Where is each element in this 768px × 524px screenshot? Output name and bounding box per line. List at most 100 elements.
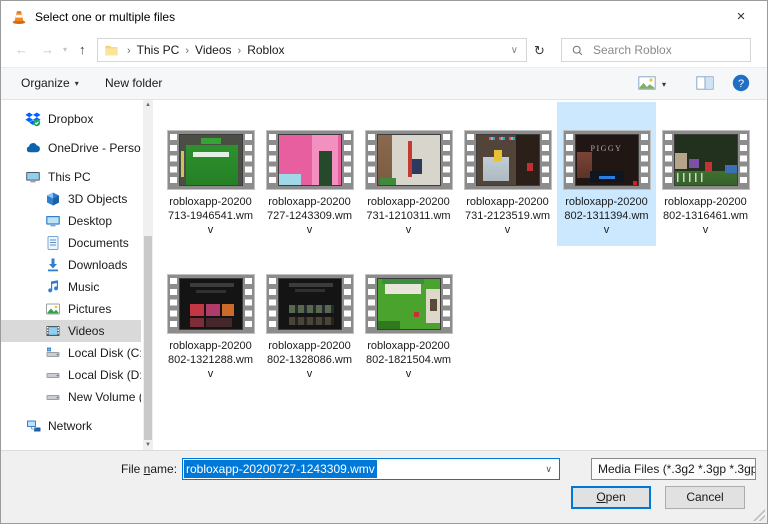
refresh-button[interactable]: ↻	[534, 43, 545, 59]
sidebar-item-documents[interactable]: Documents	[1, 232, 141, 254]
sidebar-item-dropbox[interactable]: Dropbox	[1, 108, 141, 130]
file-item[interactable]: PIGGY robloxapp-20200 802-1311394.wm v	[557, 102, 656, 246]
view-options-icon[interactable]: ▾	[662, 80, 666, 89]
file-name-text: robloxapp-20200 802-1328086.wm v	[266, 340, 352, 380]
network-icon	[25, 418, 41, 434]
file-item[interactable]: robloxapp-20200 731-2123519.wm v	[458, 102, 557, 246]
recent-locations-icon[interactable]: ▾	[63, 45, 67, 54]
folder-icon	[104, 43, 119, 58]
sidebar-item-label: Videos	[68, 324, 105, 338]
forward-button[interactable]: →	[41, 42, 54, 57]
sidebar-item-label: Downloads	[68, 258, 128, 272]
title-bar: Select one or multiple files ×	[1, 1, 767, 33]
file-type-value: Media Files (*.3g2 *.3gp *.3gp2	[598, 462, 756, 476]
sidebar-item-onedrive-person[interactable]: OneDrive - Person	[1, 137, 141, 159]
sidebar-item-new-volume-e[interactable]: New Volume (E:)	[1, 386, 141, 408]
sidebar-item-label: New Volume (E:)	[68, 390, 141, 404]
sidebar-item-desktop[interactable]: Desktop	[1, 210, 141, 232]
music-icon	[45, 279, 61, 295]
address-bar: ← → ▾ ↑ › This PC › Videos › Roblox ∨ ↻	[1, 33, 767, 67]
video-thumbnail	[265, 130, 354, 190]
sidebar-item-music[interactable]: Music	[1, 276, 141, 298]
organize-button[interactable]: Organize ▾	[21, 76, 79, 90]
breadcrumb[interactable]: › This PC › Videos › Roblox ∨	[97, 38, 527, 62]
thumbnail-image	[178, 278, 243, 330]
open-button[interactable]: Open	[571, 486, 651, 509]
disk-system-icon	[45, 345, 61, 361]
sidebar-item-label: Dropbox	[48, 112, 94, 126]
help-button[interactable]: ?	[732, 74, 750, 92]
search-input[interactable]	[591, 42, 750, 58]
downloads-icon	[45, 257, 61, 273]
sidebar-item-3d-objects[interactable]: 3D Objects	[1, 188, 141, 210]
thumbnail-image	[178, 134, 243, 186]
breadcrumb-segments: › This PC › Videos › Roblox	[121, 43, 285, 57]
sidebar-item-network[interactable]: Network	[1, 415, 141, 437]
scrollbar-thumb[interactable]	[144, 236, 152, 440]
documents-icon	[45, 235, 61, 251]
file-item[interactable]: robloxapp-20200 802-1328086.wm v	[260, 246, 359, 390]
thumbnail-image	[475, 134, 540, 186]
cancel-button[interactable]: Cancel	[665, 486, 745, 509]
change-view-button[interactable]	[638, 76, 656, 90]
file-name-text: robloxapp-20200 727-1243309.wm v	[266, 196, 352, 236]
resize-grip[interactable]	[753, 509, 765, 521]
scroll-up-icon[interactable]: ▲	[143, 100, 153, 110]
file-item[interactable]: robloxapp-20200 731-1210311.wm v	[359, 102, 458, 246]
file-name-value: robloxapp-20200727-1243309.wmv	[184, 460, 377, 478]
sidebar-item-label: OneDrive - Person	[48, 141, 141, 155]
file-item[interactable]: robloxapp-20200 802-1321288.wm v	[161, 246, 260, 390]
video-thumbnail	[364, 130, 453, 190]
search-box	[561, 38, 751, 62]
chevron-down-icon: ▾	[74, 79, 79, 88]
thumbnail-image	[376, 278, 441, 330]
dialog-footer: File name: robloxapp-20200727-1243309.wm…	[1, 450, 767, 523]
breadcrumb-separator: ›	[237, 45, 242, 57]
up-button[interactable]: ↑	[79, 42, 86, 57]
file-item[interactable]: robloxapp-20200 802-1316461.wm v	[656, 102, 755, 246]
onedrive-icon	[25, 140, 41, 156]
file-name-text: robloxapp-20200 802-1311394.wm v	[564, 196, 649, 236]
sidebar-item-label: Pictures	[68, 302, 112, 316]
file-name-text: robloxapp-20200 713-1946541.wm v	[167, 196, 253, 236]
sidebar-item-this-pc[interactable]: This PC	[1, 166, 141, 188]
sidebar-item-downloads[interactable]: Downloads	[1, 254, 141, 276]
file-item[interactable]: robloxapp-20200 727-1243309.wm v	[260, 102, 359, 246]
disk-icon	[45, 389, 61, 405]
file-name-dropdown-icon[interactable]: ∨	[545, 464, 552, 475]
desktop-icon	[45, 213, 61, 229]
svg-text:?: ?	[738, 78, 744, 90]
video-thumbnail: PIGGY	[562, 130, 651, 190]
sidebar-scrollbar[interactable]: ▲ ▼	[143, 100, 153, 450]
file-item[interactable]: robloxapp-20200 802-1821504.wm v	[359, 246, 458, 390]
video-thumbnail	[364, 274, 453, 334]
file-name-input[interactable]: robloxapp-20200727-1243309.wmv ∨	[182, 458, 560, 480]
new-folder-button[interactable]: New folder	[105, 76, 162, 90]
scroll-down-icon[interactable]: ▼	[143, 440, 153, 450]
file-name-text: robloxapp-20200 802-1316461.wm v	[662, 196, 748, 236]
close-icon[interactable]: ×	[731, 7, 751, 27]
video-thumbnail	[661, 130, 750, 190]
sidebar-item-label: Local Disk (C:)	[68, 346, 141, 360]
sidebar-item-local-disk-c[interactable]: Local Disk (C:)	[1, 342, 141, 364]
thumbnail-image: PIGGY	[574, 134, 639, 186]
sidebar-item-local-disk-d[interactable]: Local Disk (D:)	[1, 364, 141, 386]
sidebar-item-label: This PC	[48, 170, 91, 184]
breadcrumb-segment[interactable]: This PC	[137, 43, 180, 57]
file-item[interactable]: robloxapp-20200 713-1946541.wm v	[161, 102, 260, 246]
address-dropdown-icon[interactable]: ∨	[511, 45, 518, 56]
sidebar-item-label: Network	[48, 419, 93, 433]
videos-icon	[45, 323, 61, 339]
sidebar-item-videos[interactable]: Videos	[1, 320, 141, 342]
file-type-select[interactable]: Media Files (*.3g2 *.3gp *.3gp2 ∨	[591, 458, 756, 480]
breadcrumb-segment[interactable]: Roblox	[247, 43, 284, 57]
preview-pane-button[interactable]	[696, 76, 714, 90]
window-title: Select one or multiple files	[35, 10, 176, 24]
sidebar-item-pictures[interactable]: Pictures	[1, 298, 141, 320]
back-button[interactable]: ←	[15, 42, 28, 57]
command-toolbar: Organize ▾ New folder ▾ ?	[1, 67, 767, 100]
sidebar-item-label: 3D Objects	[68, 192, 128, 206]
video-thumbnail	[265, 274, 354, 334]
file-name-text: robloxapp-20200 802-1821504.wm v	[365, 340, 451, 380]
breadcrumb-segment[interactable]: Videos	[195, 43, 231, 57]
